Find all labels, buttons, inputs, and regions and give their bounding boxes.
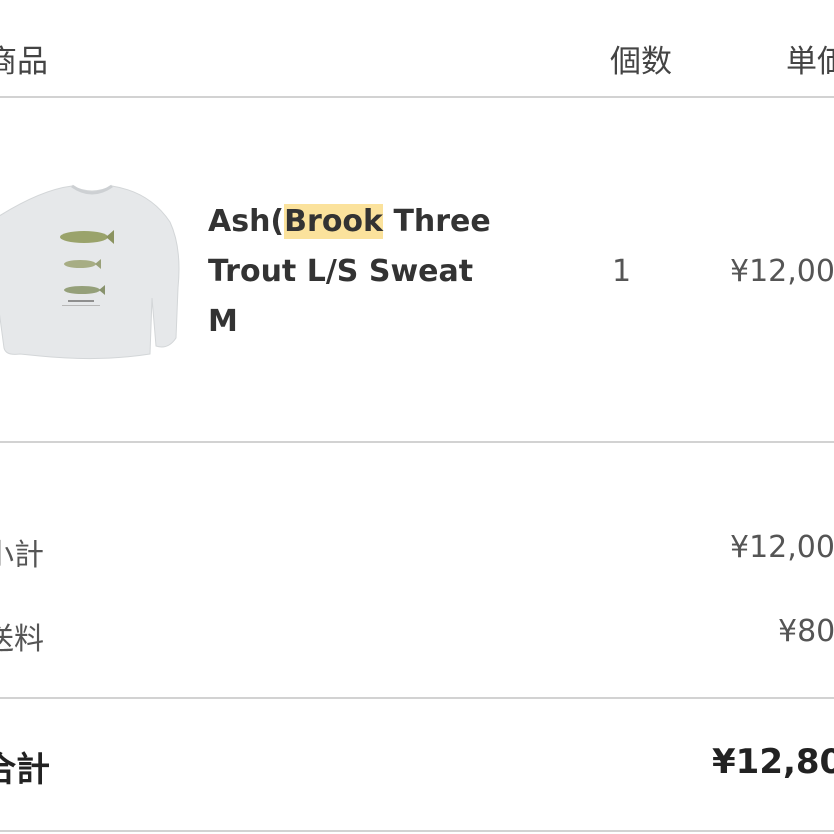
item-unit-price: ¥12,000	[730, 254, 834, 289]
product-name-line-2[interactable]: Trout L/S Sweat	[208, 254, 473, 289]
item-quantity: 1	[612, 254, 632, 289]
subtotal-label: 小計	[0, 538, 44, 573]
shipping-value: ¥800	[778, 614, 834, 649]
highlighted-text: Brook	[284, 204, 383, 239]
column-header-product: 商品	[0, 44, 48, 80]
product-variant-size: M	[208, 304, 238, 339]
product-name-part: Ash(	[208, 204, 285, 239]
column-header-quantity: 個数	[610, 44, 672, 80]
total-value: ¥12,800	[712, 742, 834, 782]
summary-divider	[0, 697, 834, 699]
product-image[interactable]	[0, 178, 182, 368]
column-header-unit-price: 単価	[786, 44, 834, 80]
sweatshirt-icon	[0, 184, 180, 360]
product-name-line-1[interactable]: Ash(Brook Three	[208, 204, 491, 239]
shipping-label: 送料	[0, 622, 44, 657]
footer-divider	[0, 830, 834, 832]
product-name-part: Three	[383, 204, 491, 239]
subtotal-value: ¥12,000	[730, 530, 834, 565]
header-divider	[0, 96, 834, 98]
total-label: 合計	[0, 750, 50, 790]
item-divider	[0, 441, 834, 443]
